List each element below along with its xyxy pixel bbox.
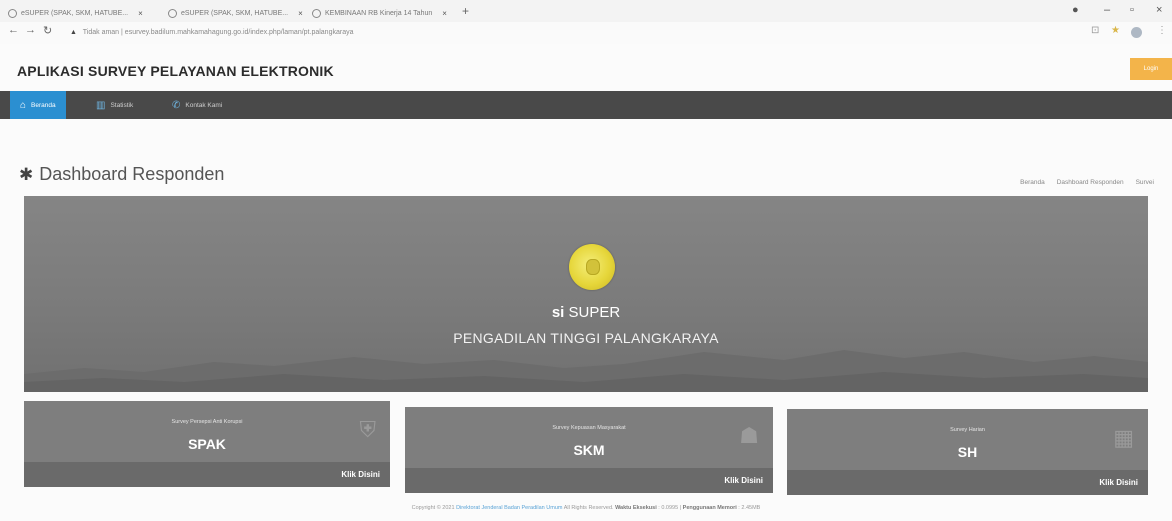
footer-prefix: Copyright © 2021: [411, 505, 455, 511]
maximize-icon[interactable]: ▫: [1130, 4, 1134, 16]
footer-exec-label: Waktu Eksekusi: [615, 505, 657, 511]
tab-favicon-icon: [168, 8, 177, 18]
card-title: SKM: [573, 442, 605, 458]
calendar-icon: ▦: [1113, 425, 1134, 450]
nav-item-kontak-kami[interactable]: ✆ Kontak Kami: [162, 91, 232, 119]
browser-tab-title: eSUPER (SPAK, SKM, HATUBE...: [21, 9, 129, 17]
card-title: SH: [957, 444, 978, 460]
back-icon[interactable]: ←: [8, 24, 19, 36]
users-icon: ☗: [739, 423, 759, 448]
minimize-icon[interactable]: –: [1104, 4, 1110, 16]
browser-tab-title: eSUPER (SPAK, SKM, HATUBE...: [181, 9, 289, 17]
footer-org-link[interactable]: Direktorat Jenderal Badan Peradilan Umum: [456, 505, 562, 511]
card-link[interactable]: Klik Disini: [341, 470, 380, 479]
footer-rights: All Rights Reserved.: [563, 505, 614, 511]
url-warning: Tidak aman: [82, 29, 120, 36]
bar-chart-icon: ▥: [96, 99, 106, 111]
extension-icon[interactable]: ⊡: [1091, 25, 1099, 36]
card-footer: [405, 468, 773, 493]
survey-card-sh[interactable]: Survey Harian SH ▦ Klik Disini: [787, 409, 1148, 495]
footer-exec-value: 0.0995: [661, 505, 679, 511]
breadcrumb-item[interactable]: Dashboard Responden: [1057, 179, 1124, 186]
card-footer: [24, 462, 390, 487]
breadcrumb-item[interactable]: Beranda: [1020, 179, 1045, 186]
tab-close-icon[interactable]: ×: [442, 9, 447, 18]
breadcrumb-item: Survei: [1135, 179, 1154, 186]
app-title: APLIKASI SURVEY PELAYANAN ELEKTRONIK: [17, 63, 334, 79]
phone-icon: ✆: [172, 99, 181, 111]
nav-item-statistik[interactable]: ▥ Statistik: [86, 91, 143, 119]
forward-icon[interactable]: →: [25, 24, 36, 36]
nav-item-label: Beranda: [31, 101, 56, 109]
hero-banner: [24, 196, 1148, 392]
nav-item-label: Kontak Kami: [185, 101, 223, 109]
login-button[interactable]: Login: [1130, 58, 1172, 80]
home-icon: ⌂: [20, 99, 27, 111]
shield-icon: ⛨: [359, 417, 376, 442]
card-link[interactable]: Klik Disini: [1099, 478, 1138, 487]
tab-close-icon[interactable]: ×: [138, 9, 143, 18]
card-subtitle: Survey Kepuasan Masyarakat: [552, 425, 626, 431]
card-title: SPAK: [188, 436, 226, 452]
avatar[interactable]: [1131, 27, 1142, 38]
footer-copyright: Copyright © 2021 Direktorat Jenderal Bad…: [411, 505, 761, 511]
menu-icon[interactable]: ⋮: [1157, 25, 1167, 36]
survey-card-spak[interactable]: Survey Persepsi Anti Korupsi SPAK ⛨ Klik…: [24, 401, 390, 487]
close-window-icon[interactable]: ×: [1156, 4, 1162, 16]
tab-favicon-icon: [312, 8, 321, 18]
hero-court-name: PENGADILAN TINGGI PALANGKARAYA: [453, 330, 719, 346]
main-navbar: ⌂ Beranda ▥ Statistik ✆ Kontak Kami: [0, 91, 1172, 119]
browser-tab-title: KEMBINAAN RB Kinerja 14 Tahun: [325, 9, 433, 17]
survey-card-skm[interactable]: Survey Kepuasan Masyarakat SKM ☗ Klik Di…: [405, 407, 773, 493]
tab-close-icon[interactable]: ×: [298, 9, 303, 18]
footer-mem-label: Penggunaan Memori: [682, 505, 737, 511]
reload-icon[interactable]: ↻: [43, 24, 52, 37]
browser-tab-active[interactable]: KEMBINAAN RB Kinerja 14 Tahun ×: [312, 4, 447, 22]
browser-tab[interactable]: eSUPER (SPAK, SKM, HATUBE... ×: [8, 4, 143, 22]
gear-icon: ✱: [19, 164, 34, 184]
page-heading: ✱ Dashboard Responden: [19, 164, 224, 185]
nav-item-label: Statistik: [110, 101, 134, 109]
footer-mem-value: 2.45MB: [741, 505, 761, 511]
page-title: Dashboard Responden: [39, 164, 225, 184]
hero-app-name: si SUPER: [0, 304, 1172, 321]
nav-item-beranda[interactable]: ⌂ Beranda: [10, 91, 66, 119]
browser-profile-icon[interactable]: ●: [1072, 4, 1079, 16]
hero-app-prefix: si: [551, 304, 565, 321]
warning-icon: ▲: [70, 29, 77, 36]
card-link[interactable]: Klik Disini: [724, 476, 763, 485]
card-subtitle: Survey Harian: [950, 427, 985, 433]
browser-tab[interactable]: eSUPER (SPAK, SKM, HATUBE... ×: [168, 4, 303, 22]
breadcrumb: Beranda Dashboard Responden Survei: [1020, 179, 1154, 186]
hero-app-name-text: SUPER: [568, 304, 621, 321]
court-emblem-logo: [569, 244, 615, 290]
star-icon[interactable]: ★: [1111, 25, 1120, 36]
card-subtitle: Survey Persepsi Anti Korupsi: [171, 419, 243, 425]
url-field[interactable]: ▲ Tidak aman | esurvey.badilum.mahkamaha…: [70, 29, 353, 36]
new-tab-button[interactable]: +: [462, 4, 469, 18]
tab-favicon-icon: [8, 8, 17, 18]
url-text: esurvey.badilum.mahkamahagung.go.id/inde…: [124, 29, 354, 36]
card-footer: [787, 470, 1148, 495]
